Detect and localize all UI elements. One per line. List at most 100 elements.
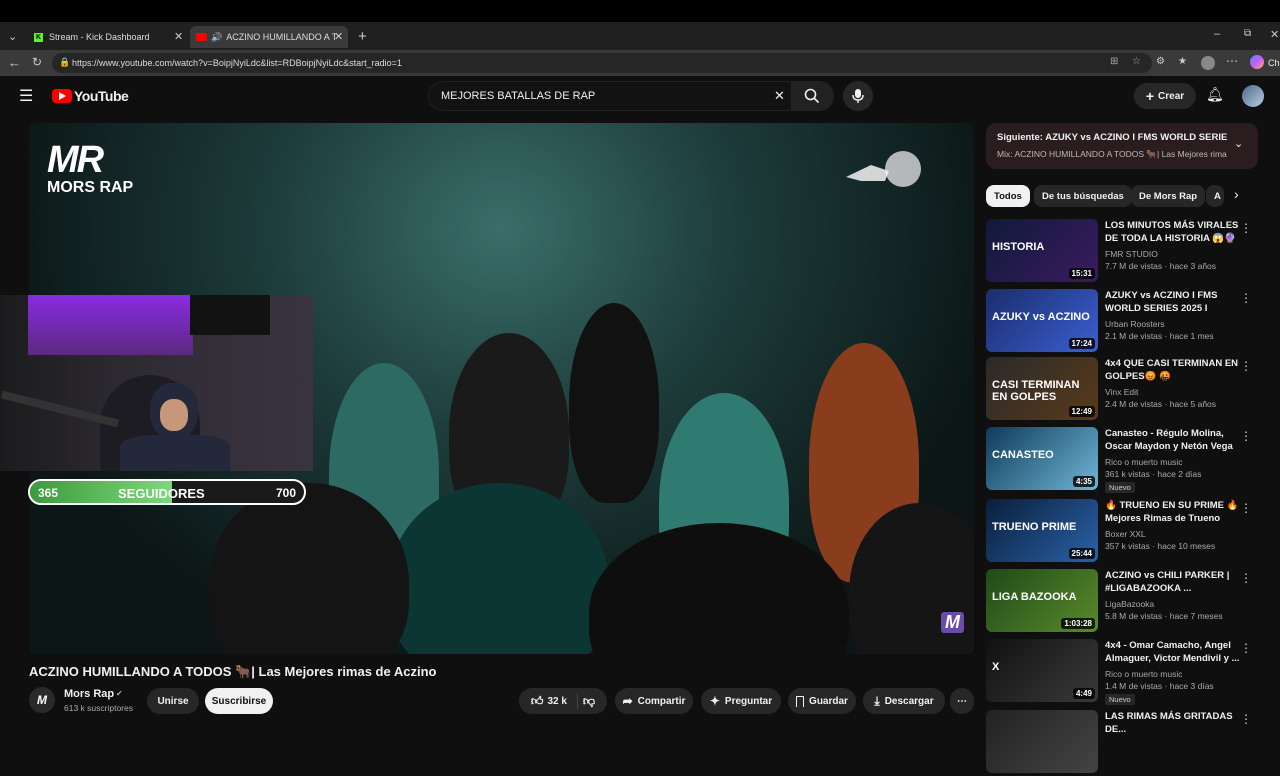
up-next-panel[interactable]: Siguiente: AZUKY vs ACZINO I FMS WORLD S… (986, 123, 1258, 169)
subscribe-button[interactable]: Suscribirse (205, 688, 273, 714)
clear-search-icon[interactable]: ✕ (774, 88, 785, 104)
recommendation-meta: 361 k vistas · hace 2 días (1105, 469, 1202, 479)
restore-icon[interactable]: ⧉ (1244, 28, 1251, 39)
more-menu-icon[interactable]: ⋯ (1226, 54, 1238, 68)
recommendation-channel[interactable]: Vinx Edit (1105, 387, 1138, 397)
hamburger-menu-icon[interactable]: ☰ (19, 86, 33, 106)
like-button[interactable]: 👍︎ 32 k (531, 693, 578, 709)
notifications-bell-icon[interactable]: 🔔︎ (1206, 86, 1224, 103)
voice-search-button[interactable] (843, 81, 873, 111)
recommendation-channel[interactable]: Urban Roosters (1105, 319, 1165, 329)
video-duration: 4:35 (1072, 476, 1095, 487)
video-duration: 25:44 (1068, 548, 1095, 559)
chip-todos[interactable]: Todos (986, 185, 1030, 207)
new-tab-icon[interactable]: + (358, 28, 367, 45)
logo-wordmark: MORS RAP (47, 179, 134, 196)
minimize-icon[interactable]: – (1214, 28, 1220, 40)
speaker-icon[interactable]: 🔊 (211, 32, 222, 43)
recommendation-title[interactable]: Canasteo - Régulo Molina, Oscar Maydon y… (1105, 427, 1243, 454)
recommendation-item[interactable]: LIGA BAZOOKA 1:03:28 ACZINO vs CHILI PARKE… (986, 569, 1258, 635)
recommendation-title[interactable]: 4x4 - Omar Camacho, Angel Almaguer, Vict… (1105, 639, 1243, 665)
site-info-icon[interactable]: 🔒 (59, 57, 70, 68)
chip-truncated[interactable]: A (1206, 185, 1224, 207)
chip-de-mors-rap[interactable]: De Mors Rap (1131, 185, 1206, 207)
account-avatar[interactable] (1242, 85, 1264, 107)
video-thumbnail[interactable]: AZUKY vs ACZINO 17:24 (986, 289, 1098, 352)
video-thumbnail[interactable]: CASI TERMINAN EN GOLPES 12:49 (986, 357, 1098, 420)
more-options-icon[interactable]: ⋮ (1240, 359, 1252, 373)
more-actions-button[interactable]: ⋯ (950, 688, 974, 714)
mix-title: Mix: ACZINO HUMILLANDO A TODOS 🐂| Las Me… (997, 149, 1227, 159)
chip-de-tus-busquedas[interactable]: De tus búsquedas (1034, 185, 1132, 207)
thumbnail-caption: AZUKY vs ACZINO (992, 311, 1090, 323)
search-input[interactable] (441, 90, 761, 102)
video-thumbnail[interactable]: HISTORIA 15:31 (986, 219, 1098, 282)
url-field[interactable]: 🔒 https://www.youtube.com/watch?v=BoipjN… (52, 53, 1152, 73)
join-button[interactable]: Unirse (147, 688, 199, 714)
close-tab-icon[interactable]: ✕ (334, 30, 343, 43)
extensions-icon[interactable]: ⚙ (1156, 56, 1165, 67)
reload-icon[interactable]: ↻ (32, 55, 42, 69)
more-options-icon[interactable]: ⋮ (1240, 571, 1252, 585)
more-options-icon[interactable]: ⋮ (1240, 641, 1252, 655)
copilot-icon[interactable] (1250, 55, 1264, 69)
favorite-star-icon[interactable]: ☆ (1132, 56, 1141, 67)
back-icon[interactable]: ← (8, 55, 21, 70)
channel-avatar[interactable]: M (29, 687, 55, 713)
more-options-icon[interactable]: ⋮ (1240, 221, 1252, 235)
recommendation-channel[interactable]: Boxer XXL (1105, 529, 1146, 539)
video-thumbnail[interactable]: TRUENO PRIME 25:44 (986, 499, 1098, 562)
recommendation-item[interactable]: TRUENO PRIME 25:44 🔥 TRUENO EN SU PRIME 🔥 … (986, 499, 1258, 565)
recommendation-channel[interactable]: LigaBazooka (1105, 599, 1154, 609)
more-options-icon[interactable]: ⋮ (1240, 501, 1252, 515)
ask-button[interactable]: ✦ Preguntar (701, 688, 781, 714)
url-text: https://www.youtube.com/watch?v=BoipjNyi… (72, 58, 402, 68)
save-button[interactable]: Guardar (788, 688, 856, 714)
recommendation-title[interactable]: LAS RIMAS MÁS GRITADAS DE... (1105, 710, 1243, 736)
app-available-icon[interactable]: ⊞ (1110, 56, 1118, 67)
thumbnail-caption: TRUENO PRIME (992, 521, 1077, 533)
dislike-button[interactable]: 👎︎ (583, 694, 595, 709)
download-button[interactable]: ⤓ Descargar (863, 688, 945, 714)
close-window-icon[interactable]: ✕ (1270, 28, 1279, 41)
video-thumbnail[interactable]: X 4:49 (986, 639, 1098, 702)
chevron-down-icon[interactable]: ⌄ (1234, 137, 1243, 150)
more-options-icon[interactable]: ⋮ (1240, 712, 1252, 726)
recommendation-title[interactable]: ACZINO vs CHILI PARKER | #LIGABAZOOKA ..… (1105, 569, 1243, 595)
recommendation-title[interactable]: 4x4 QUE CASI TERMINAN EN GOLPES😡 🤬 (1105, 357, 1243, 383)
tab-kick-dashboard[interactable]: K Stream - Kick Dashboard ✕ (28, 26, 188, 48)
search-button[interactable] (791, 82, 833, 110)
recommendation-item[interactable]: HISTORIA 15:31 LOS MINUTOS MÁS VIRALES DE … (986, 219, 1258, 285)
chevron-right-icon[interactable]: › (1234, 186, 1239, 202)
browser-tab-strip: ⌄ K Stream - Kick Dashboard ✕ 🔊 ACZINO H… (0, 0, 1280, 50)
recommendation-title[interactable]: AZUKY vs ACZINO I FMS WORLD SERIES 2025 … (1105, 289, 1243, 316)
profile-avatar[interactable] (1201, 56, 1215, 70)
video-thumbnail[interactable] (986, 710, 1098, 773)
more-options-icon[interactable]: ⋮ (1240, 429, 1252, 443)
join-label: Unirse (157, 695, 189, 707)
thumbnail-caption: CANASTEO (992, 449, 1054, 461)
recommendation-channel[interactable]: Rico o muerto music (1105, 457, 1182, 467)
recommendation-item[interactable]: CASI TERMINAN EN GOLPES 12:49 4x4 QUE CASI… (986, 357, 1258, 423)
video-thumbnail[interactable]: CANASTEO 4:35 (986, 427, 1098, 490)
channel-name[interactable]: Mors Rap (64, 688, 114, 700)
close-tab-icon[interactable]: ✕ (174, 30, 183, 43)
recommendation-channel[interactable]: FMR STUDIO (1105, 249, 1158, 259)
youtube-logo[interactable]: YouTube (52, 88, 129, 104)
up-next-title: AZUKY vs ACZINO I FMS WORLD SERIES... (1045, 132, 1227, 143)
tab-youtube-active[interactable]: 🔊 ACZINO HUMILLANDO A TO ✕ (190, 26, 348, 48)
recommendation-item[interactable]: CANASTEO 4:35 Canasteo - Régulo Molina, Os… (986, 427, 1258, 493)
video-thumbnail[interactable]: LIGA BAZOOKA 1:03:28 (986, 569, 1098, 632)
save-label: Guardar (809, 695, 848, 707)
recommendation-item[interactable]: AZUKY vs ACZINO 17:24 AZUKY vs ACZINO I FM… (986, 289, 1258, 355)
create-button[interactable]: + Crear (1134, 83, 1196, 109)
tab-list-icon[interactable]: ⌄ (8, 30, 17, 43)
recommendation-channel[interactable]: Rico o muerto music (1105, 669, 1182, 679)
video-duration: 4:49 (1072, 688, 1095, 699)
favorites-icon[interactable]: ★ (1178, 56, 1187, 67)
recommendation-title[interactable]: 🔥 TRUENO EN SU PRIME 🔥 Mejores Rimas de … (1105, 499, 1243, 525)
share-button[interactable]: ➦ Compartir (615, 688, 693, 714)
recommendation-item[interactable]: X 4:49 4x4 - Omar Camacho, Angel Almaguer,… (986, 639, 1258, 705)
more-options-icon[interactable]: ⋮ (1240, 291, 1252, 305)
recommendation-title[interactable]: LOS MINUTOS MÁS VIRALES DE TODA LA HISTO… (1105, 219, 1243, 246)
